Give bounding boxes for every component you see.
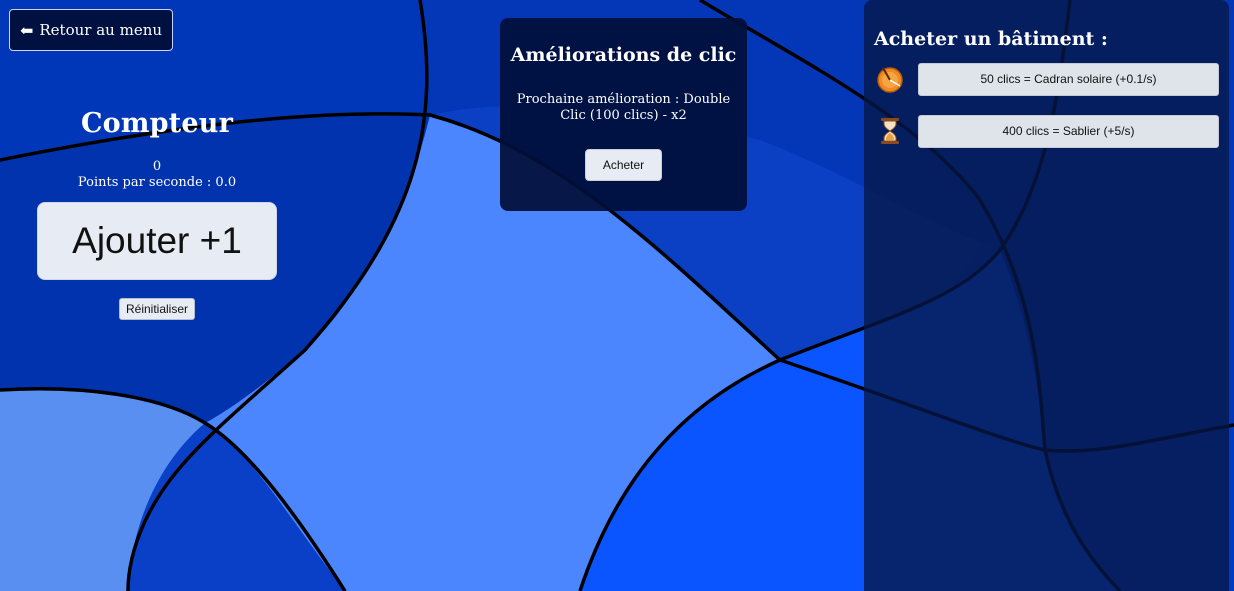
buy-sundial-button[interactable]: 50 clics = Cadran solaire (+0.1/s) [918, 62, 1219, 96]
buildings-panel: Acheter un bâtiment : 50 clics = Cadran … [864, 0, 1229, 591]
arrow-left-icon: ⬅ [19, 20, 34, 40]
reset-button[interactable]: Réinitialiser [118, 298, 196, 320]
back-to-menu-label: Retour au menu [39, 21, 163, 39]
building-row-hourglass: 400 clics = Sablier (+5/s) [874, 114, 1219, 148]
buy-hourglass-button[interactable]: 400 clics = Sablier (+5/s) [918, 114, 1219, 148]
sundial-icon [874, 62, 906, 96]
counter-panel: Compteur 0 Points par seconde : 0.0 Ajou… [30, 108, 284, 320]
buildings-title: Acheter un bâtiment : [874, 28, 1108, 50]
points-per-second: Points par seconde : 0.0 [77, 175, 237, 190]
click-count: 0 [152, 159, 162, 174]
click-upgrades-panel: Améliorations de clic Prochaine améliora… [500, 18, 747, 211]
building-row-sundial: 50 clics = Cadran solaire (+0.1/s) [874, 62, 1219, 96]
hourglass-icon [874, 114, 906, 148]
buy-upgrade-button[interactable]: Acheter [584, 149, 663, 181]
counter-title: Compteur [80, 108, 234, 139]
game-screen: ⬅ Retour au menu Compteur 0 Points par s… [0, 0, 1234, 591]
next-upgrade-text: Prochaine amélioration : Double Clic (10… [516, 92, 731, 123]
upgrades-title: Améliorations de clic [510, 44, 737, 66]
back-to-menu-button[interactable]: ⬅ Retour au menu [9, 9, 173, 51]
add-one-button[interactable]: Ajouter +1 [37, 202, 277, 280]
